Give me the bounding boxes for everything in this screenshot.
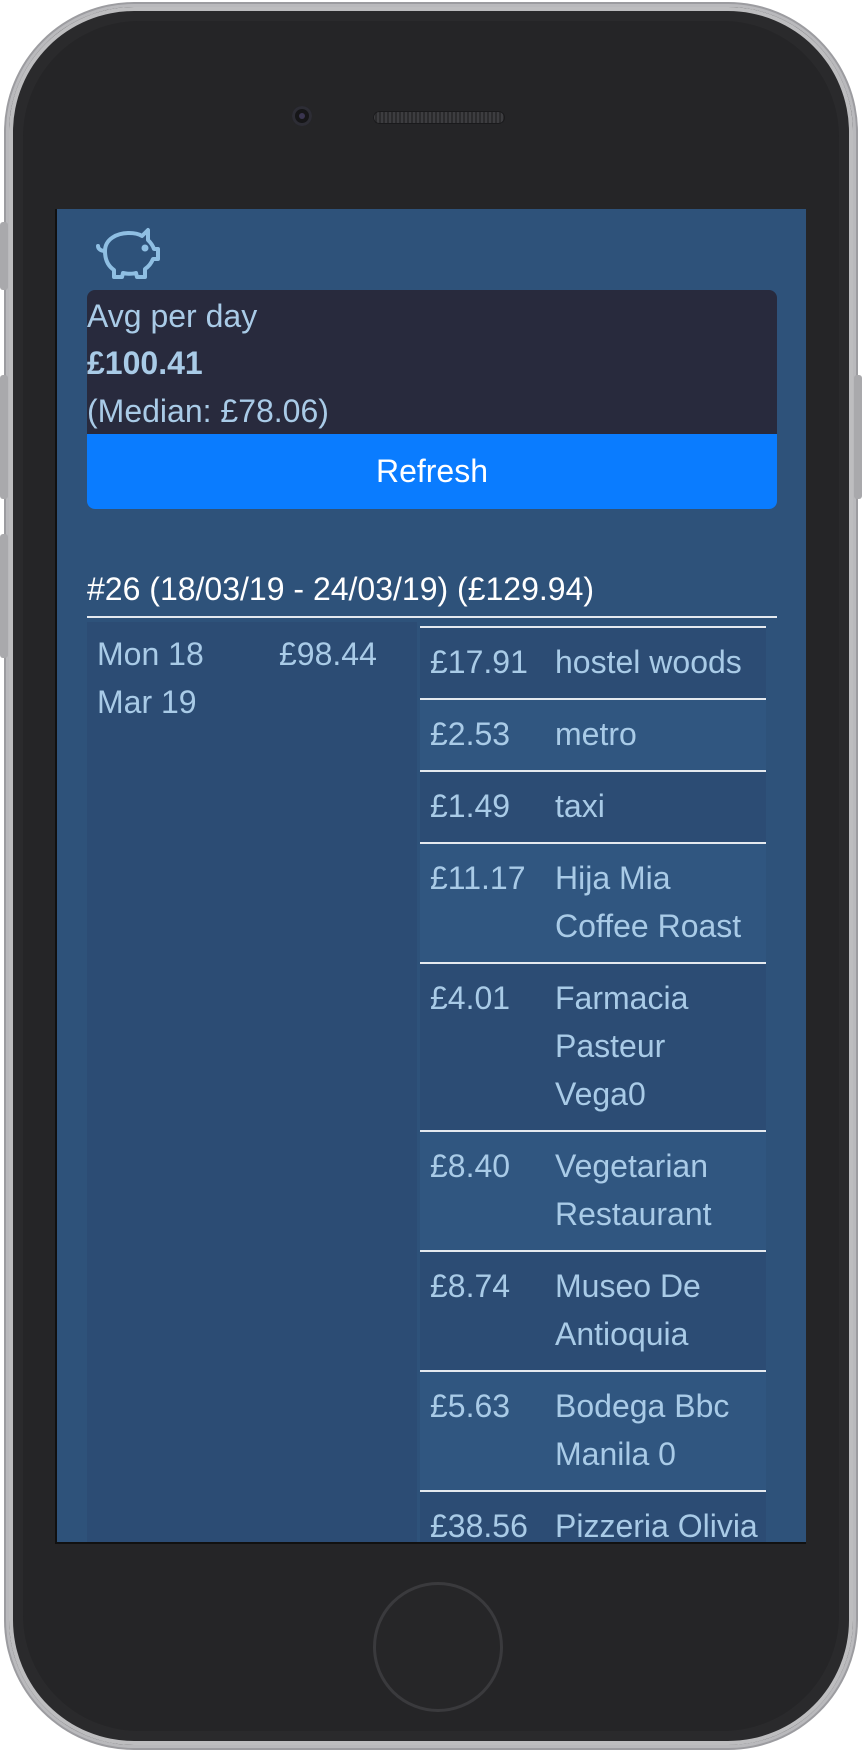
- divider: [87, 616, 777, 618]
- transaction-description: Vegetarian Restaurant: [555, 1148, 712, 1232]
- table-row[interactable]: £11.17 Hija Mia Coffee Roast: [420, 842, 766, 962]
- transaction-amount: £38.56: [430, 1508, 528, 1544]
- table-row[interactable]: £5.63 Bodega Bbc Manila 0: [420, 1370, 766, 1490]
- stats-panel: Avg per day £100.41 (Median: £78.06): [87, 290, 777, 435]
- transaction-amount: £1.49: [430, 788, 511, 824]
- transaction-description: Bodega Bbc Manila 0: [555, 1388, 730, 1472]
- transaction-amount: £5.63: [430, 1388, 511, 1424]
- transaction-amount: £2.53: [430, 716, 511, 752]
- table-row[interactable]: £4.01 Farmacia Pasteur Vega0: [420, 962, 766, 1130]
- day-total: £98.44: [279, 636, 377, 672]
- table-row[interactable]: £8.40 Vegetarian Restaurant: [420, 1130, 766, 1250]
- day-date: Mon 18 Mar 19: [97, 636, 204, 720]
- avg-value: £100.41: [87, 345, 203, 381]
- volume-down-button[interactable]: [0, 534, 8, 658]
- front-camera: [292, 106, 312, 126]
- mute-switch[interactable]: [0, 222, 8, 290]
- earpiece-speaker: [373, 111, 505, 124]
- refresh-button[interactable]: Refresh: [87, 434, 777, 509]
- transactions-table: £17.91 hostel woods £2.53 metro £1.49 ta…: [420, 626, 766, 1544]
- transaction-description: metro: [555, 716, 637, 752]
- table-row[interactable]: £38.56 Pizzeria Olivia Manil: [420, 1490, 766, 1544]
- transaction-amount: £8.74: [430, 1268, 511, 1304]
- transaction-amount: £8.40: [430, 1148, 511, 1184]
- transaction-description: Museo De Antioquia: [555, 1268, 701, 1352]
- transaction-amount: £11.17: [430, 860, 526, 896]
- table-row[interactable]: £8.74 Museo De Antioquia: [420, 1250, 766, 1370]
- transaction-description: Farmacia Pasteur Vega0: [555, 980, 689, 1112]
- table-row[interactable]: £2.53 metro: [420, 698, 766, 770]
- transaction-description: Pizzeria Olivia Manil: [555, 1508, 758, 1544]
- transaction-description: hostel woods: [555, 644, 742, 680]
- table-row[interactable]: £17.91 hostel woods: [420, 626, 766, 698]
- table-row[interactable]: £1.49 taxi: [420, 770, 766, 842]
- transaction-description: taxi: [555, 788, 605, 824]
- day-panel: [87, 622, 417, 1542]
- home-button[interactable]: [373, 1582, 503, 1712]
- power-button[interactable]: [854, 375, 862, 499]
- avg-label: Avg per day: [87, 298, 258, 334]
- week-title: #26 (18/03/19 - 24/03/19) (£129.94): [87, 571, 595, 607]
- transaction-amount: £4.01: [430, 980, 511, 1016]
- app-screen: Avg per day £100.41 (Median: £78.06) Ref…: [55, 209, 806, 1544]
- transaction-amount: £17.91: [430, 644, 528, 680]
- volume-up-button[interactable]: [0, 375, 8, 499]
- median-value: (Median: £78.06): [87, 393, 329, 429]
- transaction-description: Hija Mia Coffee Roast: [555, 860, 742, 944]
- piggy-bank-icon: [96, 228, 160, 279]
